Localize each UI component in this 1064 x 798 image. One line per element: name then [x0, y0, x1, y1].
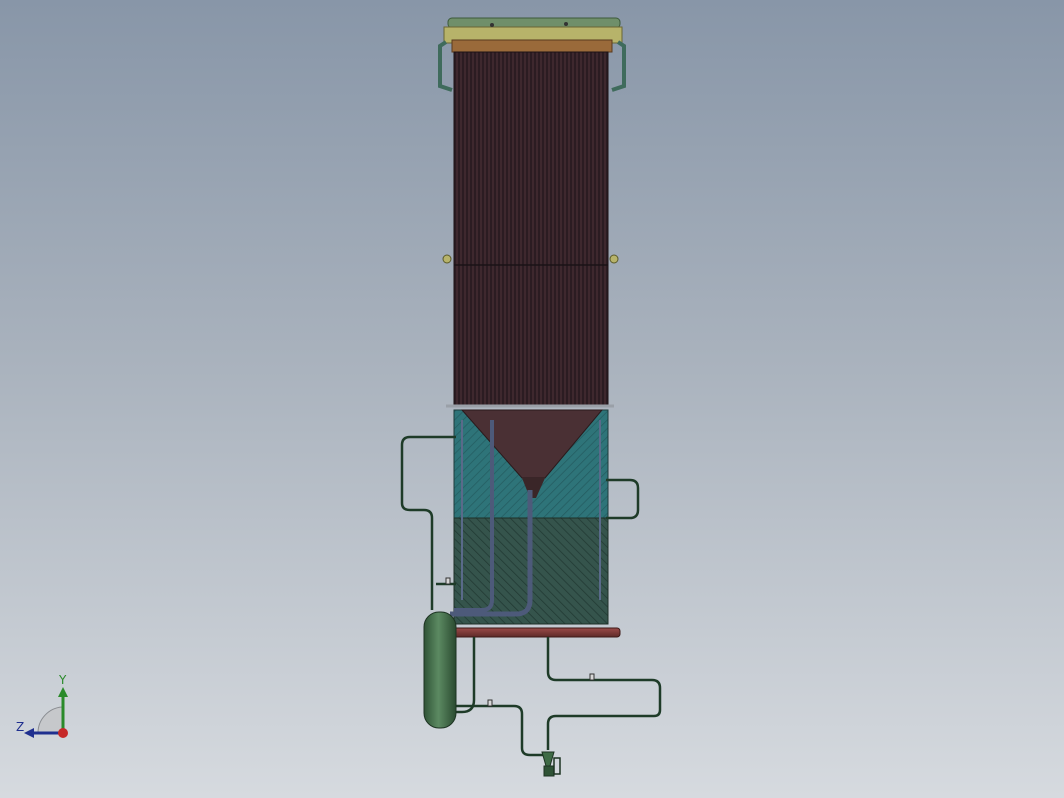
y-axis-label: Y: [59, 673, 67, 687]
z-axis-label: Z: [16, 720, 25, 734]
graphics-viewport[interactable]: Y Z: [0, 0, 1064, 798]
x-axis-origin: [58, 728, 68, 738]
base-beam[interactable]: [451, 627, 621, 638]
separator-drum[interactable]: [423, 611, 457, 729]
drain-valve[interactable]: [541, 751, 561, 777]
boiler-model[interactable]: [0, 0, 1064, 798]
coordinate-triad: Y Z: [10, 673, 80, 750]
triad-plane-shading: [37, 706, 63, 734]
tube-wall[interactable]: [442, 51, 619, 408]
